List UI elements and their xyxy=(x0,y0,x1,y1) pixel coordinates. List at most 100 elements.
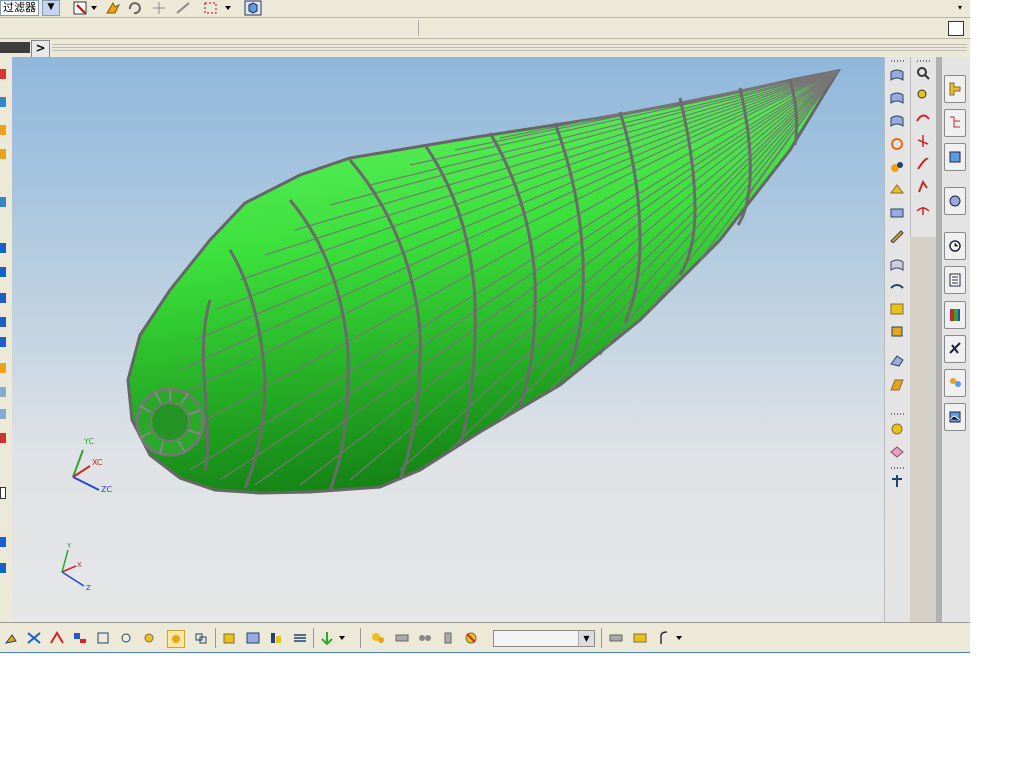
left-tool-icon[interactable] xyxy=(0,197,6,207)
assembly-navigator-icon[interactable] xyxy=(944,75,966,103)
swept-icon[interactable] xyxy=(889,136,905,152)
snap-icon[interactable] xyxy=(26,630,42,646)
rectangle-dropdown-arrow-icon[interactable] xyxy=(224,0,232,16)
trim-icon[interactable] xyxy=(889,257,905,273)
select-icon[interactable] xyxy=(370,630,386,646)
component-icon[interactable] xyxy=(417,630,433,646)
left-tool-icon[interactable] xyxy=(0,363,6,373)
select-dropdown-arrow-icon[interactable] xyxy=(90,0,98,16)
undo-selection-icon[interactable] xyxy=(126,0,144,16)
face-select-icon[interactable] xyxy=(440,630,456,646)
body-select-icon[interactable] xyxy=(463,630,479,646)
spline-icon[interactable] xyxy=(915,156,931,172)
left-tool-icon[interactable] xyxy=(0,149,6,159)
select-all-icon[interactable] xyxy=(72,0,90,16)
part-navigator-icon[interactable] xyxy=(944,109,966,137)
left-tool-icon[interactable] xyxy=(0,337,6,347)
left-tool-icon[interactable] xyxy=(0,69,6,79)
filter-dropdown-button[interactable]: ▼ xyxy=(42,0,60,16)
process-studio-icon[interactable] xyxy=(944,335,966,363)
fillet-curve-icon[interactable] xyxy=(915,202,931,218)
face-icon[interactable] xyxy=(221,630,237,646)
sew-icon[interactable] xyxy=(889,279,905,295)
system-material-icon[interactable] xyxy=(944,266,966,294)
toolbar-grip[interactable] xyxy=(891,60,905,62)
quadrant-icon[interactable] xyxy=(72,630,88,646)
breadcrumb-expand-button[interactable]: > xyxy=(31,40,50,58)
nose-cone-model[interactable] xyxy=(126,68,842,495)
shape-icon[interactable] xyxy=(889,353,905,369)
toolbar-options-arrow[interactable]: ▾ xyxy=(958,3,962,12)
edit-surface-icon[interactable] xyxy=(889,228,905,244)
left-tool-icon[interactable] xyxy=(0,293,6,303)
curve-icon[interactable] xyxy=(657,630,673,646)
cube-view-icon[interactable] xyxy=(244,0,262,16)
left-tool-icon[interactable] xyxy=(0,267,6,277)
type-filter-label[interactable]: 过滤器 xyxy=(0,0,39,16)
left-tool-icon[interactable] xyxy=(0,433,6,443)
analysis-icon[interactable] xyxy=(889,421,905,437)
layer-icon[interactable] xyxy=(292,630,308,646)
model-canvas[interactable]: YC XC ZC Y X Z xyxy=(12,57,884,622)
system-scenes-icon[interactable] xyxy=(944,403,966,431)
zoom-icon[interactable] xyxy=(915,65,931,81)
grid-icon[interactable] xyxy=(193,630,209,646)
move-icon[interactable] xyxy=(319,630,335,646)
tangent-icon[interactable] xyxy=(118,630,134,646)
palette-icon[interactable] xyxy=(944,301,966,329)
patch-icon[interactable] xyxy=(889,323,905,339)
left-tool-icon[interactable] xyxy=(0,487,6,499)
snap-end-icon[interactable] xyxy=(174,0,192,16)
highlight-icon[interactable] xyxy=(104,0,122,16)
body-icon[interactable] xyxy=(245,630,261,646)
bridge-icon[interactable] xyxy=(915,179,931,195)
feature-select-icon[interactable] xyxy=(394,630,410,646)
left-tool-icon[interactable] xyxy=(0,387,6,397)
left-tool-icon[interactable] xyxy=(0,125,6,135)
left-tool-icon[interactable] xyxy=(0,243,6,253)
form-icon[interactable] xyxy=(889,377,905,393)
surface-icon[interactable] xyxy=(889,67,905,83)
feature-icon[interactable] xyxy=(268,630,284,646)
symbol-icon[interactable] xyxy=(889,473,905,489)
blend-icon[interactable] xyxy=(889,159,905,175)
intersect-icon[interactable] xyxy=(49,630,65,646)
magnify-icon[interactable] xyxy=(915,87,931,103)
graphics-viewport[interactable]: YC XC ZC Y X Z xyxy=(12,57,884,622)
selection-scope-dropdown-arrow[interactable]: ▼ xyxy=(578,631,594,646)
section-icon[interactable] xyxy=(889,444,905,460)
absolute-y-label: Y xyxy=(66,542,72,550)
web-browser-icon[interactable] xyxy=(944,187,966,215)
arc-center-icon[interactable] xyxy=(95,630,111,646)
restore-window-icon[interactable] xyxy=(948,21,964,36)
rectangle-select-icon[interactable] xyxy=(202,0,220,16)
toolbar-grip[interactable] xyxy=(917,60,931,62)
curve-select-icon[interactable] xyxy=(608,630,624,646)
left-tool-icon[interactable] xyxy=(0,409,6,419)
left-tool-icon[interactable] xyxy=(0,563,6,573)
curve-dropdown-arrow-icon[interactable] xyxy=(675,630,683,646)
thicken-icon[interactable] xyxy=(889,301,905,317)
left-tool-icon[interactable] xyxy=(0,97,6,107)
selected-snap-icon[interactable] xyxy=(167,630,185,648)
surface-icon[interactable] xyxy=(889,90,905,106)
selection-scope-dropdown[interactable]: ▼ xyxy=(493,630,595,647)
move-dropdown-arrow-icon[interactable] xyxy=(338,630,346,646)
left-tool-icon[interactable] xyxy=(0,317,6,327)
extension-icon[interactable] xyxy=(889,182,905,198)
surface-body xyxy=(126,68,842,495)
toolbar-grip[interactable] xyxy=(891,467,905,469)
reuse-library-icon[interactable] xyxy=(944,143,966,171)
curve-icon[interactable] xyxy=(915,133,931,149)
offset-icon[interactable] xyxy=(889,205,905,221)
control-icon[interactable] xyxy=(141,630,157,646)
history-icon[interactable] xyxy=(944,232,966,260)
surface-icon[interactable] xyxy=(889,113,905,129)
snap-point-icon[interactable] xyxy=(150,0,168,16)
roles-icon[interactable] xyxy=(944,369,966,397)
point-icon[interactable] xyxy=(4,630,20,646)
left-tool-icon[interactable] xyxy=(0,537,6,547)
curve-icon[interactable] xyxy=(915,110,931,126)
toolbar-grip[interactable] xyxy=(891,413,905,415)
section-icon[interactable] xyxy=(632,630,648,646)
